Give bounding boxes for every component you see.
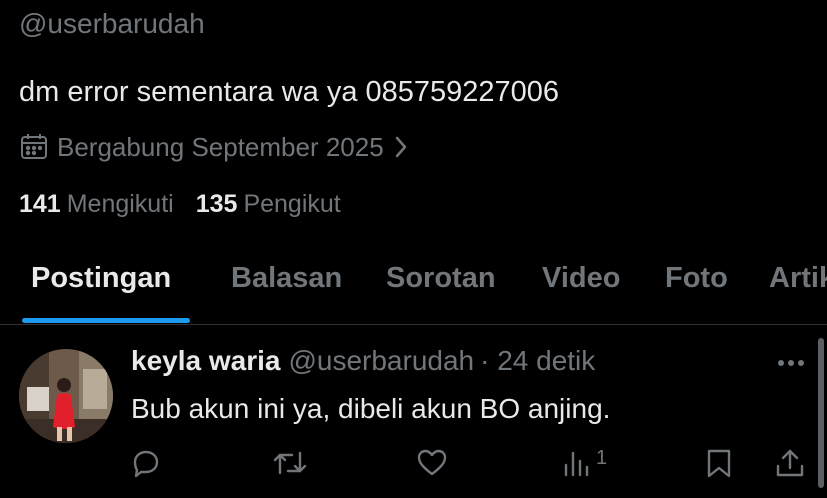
post-actions: 1 — [0, 443, 827, 483]
followers-label: Pengikut — [243, 190, 341, 218]
profile-bio: dm error sementara wa ya 085759227006 — [19, 76, 560, 108]
tab-artikel[interactable]: Artikel — [769, 262, 827, 295]
profile-tabs: Postingan Balasan Sorotan Video Foto Art… — [0, 250, 827, 325]
joined-date[interactable]: Bergabung September 2025 — [19, 130, 408, 164]
repost-icon — [272, 447, 308, 479]
post-text: Bub akun ini ya, dibeli akun BO anjing. — [131, 393, 611, 424]
more-icon[interactable] — [776, 355, 806, 373]
share-icon — [774, 447, 806, 479]
tab-postingan[interactable]: Postingan — [31, 262, 171, 295]
post-display-name[interactable]: keyla waria — [131, 345, 280, 376]
reply-icon — [130, 447, 162, 479]
views-count: 1 — [596, 446, 608, 469]
views-icon — [562, 447, 592, 479]
scrollbar[interactable] — [818, 338, 824, 488]
heart-icon — [416, 447, 448, 479]
followers-link[interactable]: 135 Pengikut — [196, 190, 341, 219]
follow-stats: 141 Mengikuti 135 Pengikut — [19, 190, 341, 219]
post-handle[interactable]: @userbarudah — [288, 345, 474, 376]
following-count: 141 — [19, 190, 61, 218]
post-header: keyla waria @userbarudah · 24 detik — [131, 345, 595, 377]
tab-balasan[interactable]: Balasan — [231, 262, 342, 295]
views-button[interactable]: 1 — [562, 443, 607, 483]
repost-button[interactable] — [272, 443, 308, 483]
avatar[interactable] — [19, 349, 113, 443]
share-button[interactable] — [774, 443, 806, 483]
joined-label: Bergabung September 2025 — [57, 131, 384, 162]
active-tab-indicator — [22, 318, 190, 323]
post-time[interactable]: · 24 detik — [480, 345, 595, 376]
tab-video[interactable]: Video — [542, 262, 620, 295]
tab-foto[interactable]: Foto — [665, 262, 728, 295]
following-label: Mengikuti — [66, 190, 174, 218]
reply-button[interactable] — [130, 443, 162, 483]
following-link[interactable]: 141 Mengikuti — [19, 190, 174, 219]
calendar-icon — [19, 132, 49, 162]
chevron-right-icon — [394, 135, 408, 159]
followers-count: 135 — [195, 190, 238, 218]
post-item[interactable]: keyla waria @userbarudah · 24 detik Bub ak… — [0, 325, 827, 498]
like-button[interactable] — [416, 443, 448, 483]
profile-handle: @userbarudah — [19, 8, 205, 39]
bookmark-button[interactable] — [704, 443, 734, 483]
bookmark-icon — [704, 447, 734, 479]
tab-sorotan[interactable]: Sorotan — [386, 262, 496, 295]
